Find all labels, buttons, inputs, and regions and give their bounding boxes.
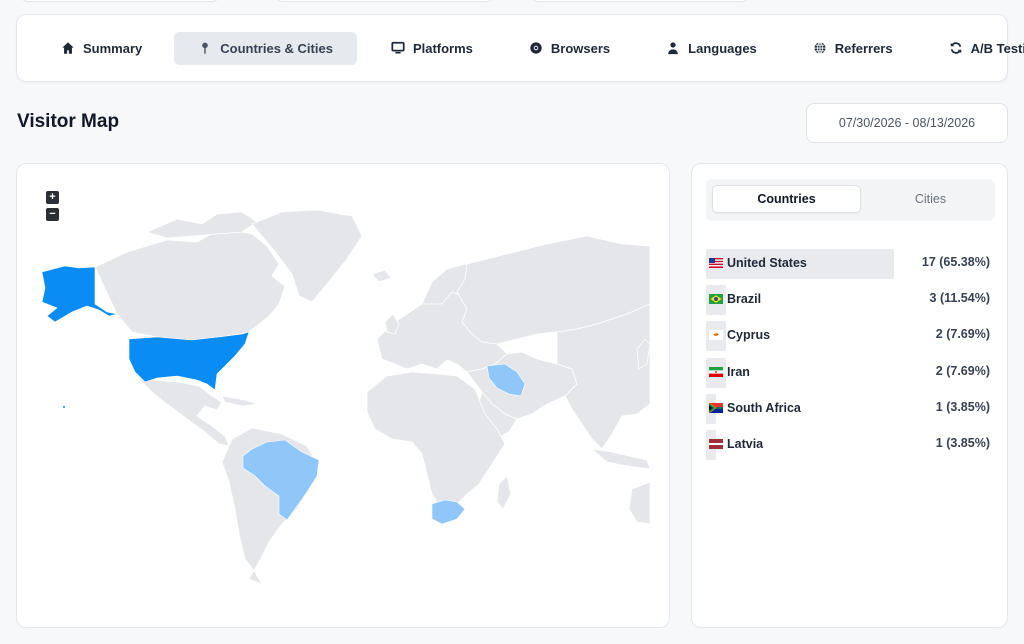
tab-summary[interactable]: Summary xyxy=(55,32,148,65)
tab-label: Summary xyxy=(83,40,143,56)
analytics-tab-bar: Summary Countries & Cities Platforms Bro… xyxy=(16,14,1024,82)
region-mexico[interactable] xyxy=(137,378,230,447)
country-count: 2 (7.69%) xyxy=(935,327,990,341)
country-row[interactable]: South Africa 1 (3.85%) xyxy=(706,394,992,424)
region-south-africa[interactable] xyxy=(431,499,466,525)
refresh-icon xyxy=(950,42,961,54)
toggle-countries[interactable]: Countries xyxy=(712,185,861,213)
tab-label: Platforms xyxy=(412,40,473,56)
country-count: 1 (3.85%) xyxy=(935,400,990,414)
toggle-cities[interactable]: Cities xyxy=(856,185,1005,213)
monitor-icon xyxy=(391,41,405,54)
country-row[interactable]: Iran 2 (7.69%) xyxy=(706,358,992,388)
chrome-icon xyxy=(530,42,542,54)
world-map[interactable] xyxy=(17,164,670,628)
region-caribbean[interactable] xyxy=(221,395,258,407)
region-iceland[interactable] xyxy=(371,269,392,283)
country-count: 1 (3.85%) xyxy=(935,436,990,450)
flag-cy-icon xyxy=(709,330,723,340)
tab-label: A/B Testing xyxy=(970,40,1024,56)
tab-label: Referrers xyxy=(834,40,893,56)
map-pin-icon xyxy=(202,42,209,54)
country-list-card: Countries Cities United States 17 (65.38… xyxy=(691,163,1008,628)
country-name: Latvia xyxy=(727,437,764,451)
country-row[interactable]: Brazil 3 (11.54%) xyxy=(706,285,992,315)
region-usa[interactable] xyxy=(128,331,250,391)
home-icon xyxy=(62,42,74,54)
flag-br-icon xyxy=(709,294,723,304)
region-hawaii xyxy=(63,406,65,408)
country-count: 17 (65.38%) xyxy=(921,255,990,269)
country-name: United States xyxy=(727,256,807,270)
globe-icon xyxy=(814,42,826,54)
tab-label: Countries & Cities xyxy=(220,40,333,56)
country-row[interactable]: Cyprus 2 (7.69%) xyxy=(706,321,992,351)
visitor-map-card: + − xyxy=(16,163,670,628)
region-australia[interactable] xyxy=(628,481,651,525)
country-row[interactable]: United States 17 (65.38%) xyxy=(706,249,992,279)
tab-countries-cities[interactable]: Countries & Cities xyxy=(174,31,357,65)
tab-label: Languages xyxy=(688,40,757,56)
country-count: 2 (7.69%) xyxy=(935,364,990,378)
flag-ir-icon xyxy=(709,367,723,377)
date-range-picker[interactable]: 07/30/2026 - 08/13/2026 xyxy=(806,103,1008,143)
country-name: Cyprus xyxy=(727,328,771,342)
country-name: Iran xyxy=(727,365,750,379)
country-count: 3 (11.54%) xyxy=(929,291,990,305)
flag-lv-icon xyxy=(709,439,723,449)
countries-cities-toggle: Countries Cities xyxy=(706,179,995,221)
top-card-edges xyxy=(20,0,1000,2)
tab-platforms[interactable]: Platforms xyxy=(385,32,479,65)
tab-browsers[interactable]: Browsers xyxy=(523,32,616,65)
page-title: Visitor Map xyxy=(17,111,120,132)
tab-ab-testing[interactable]: A/B Testing xyxy=(943,32,1024,65)
region-indonesia[interactable] xyxy=(590,448,651,470)
flag-us-icon xyxy=(709,258,723,268)
country-row[interactable]: Latvia 1 (3.85%) xyxy=(706,430,992,460)
user-icon xyxy=(668,42,678,55)
country-name: South Africa xyxy=(727,401,801,415)
tab-label: Browsers xyxy=(550,40,611,56)
zoom-out-button[interactable]: − xyxy=(46,208,59,221)
region-madagascar[interactable] xyxy=(496,475,512,510)
tab-languages[interactable]: Languages xyxy=(660,32,763,65)
tab-referrers[interactable]: Referrers xyxy=(807,32,899,65)
flag-za-icon xyxy=(709,403,723,413)
country-name: Brazil xyxy=(727,292,762,306)
zoom-in-button[interactable]: + xyxy=(46,191,59,204)
region-canada[interactable] xyxy=(94,227,286,341)
